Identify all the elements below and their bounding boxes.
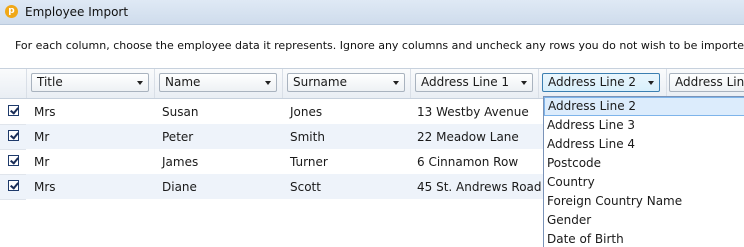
column-1-mapping-select[interactable]: Title: [31, 73, 149, 92]
option-foreign-country-name[interactable]: Foreign Country Name: [544, 192, 744, 211]
column-header-4: Address Line 1: [410, 69, 539, 98]
cell-address-line-1: 45 St. Andrews Road: [417, 180, 542, 194]
cell-name: Diane: [162, 180, 197, 194]
chevron-down-icon: [265, 81, 271, 85]
option-date-of-birth[interactable]: Date of Birth: [544, 230, 744, 247]
cell-title: Mrs: [34, 105, 56, 119]
column-3-mapping-select[interactable]: Surname: [287, 73, 405, 92]
table-row: Mrs Diane Scott 45 St. Andrews Road: [0, 174, 543, 199]
column-header-5: Address Line 2: [538, 69, 667, 98]
cell-surname: Scott: [290, 180, 321, 194]
column-header-3: Surname: [282, 69, 411, 98]
cell-title: Mr: [34, 130, 50, 144]
option-address-line-3[interactable]: Address Line 3: [544, 116, 744, 135]
column-1-mapping-value: Title: [37, 75, 63, 89]
column-5-options-list: Address Line 2 Address Line 3 Address Li…: [543, 96, 744, 247]
app-logo-icon: p: [5, 5, 18, 18]
column-header-6: Address Line: [666, 69, 744, 98]
row-include-checkbox[interactable]: [8, 155, 19, 166]
window-titlebar: p Employee Import: [0, 0, 744, 25]
option-address-line-4[interactable]: Address Line 4: [544, 135, 744, 154]
table-row: Mr Peter Smith 22 Meadow Lane: [0, 124, 543, 149]
cell-address-line-1: 22 Meadow Lane: [417, 130, 519, 144]
column-6-mapping-select[interactable]: Address Line: [669, 73, 744, 92]
cell-name: Susan: [162, 105, 199, 119]
column-5-mapping-value: Address Line 2: [548, 75, 637, 89]
cell-address-line-1: 13 Westby Avenue: [417, 105, 529, 119]
column-4-mapping-select[interactable]: Address Line 1: [415, 73, 533, 92]
column-header-2: Name: [154, 69, 283, 98]
instructions-text: For each column, choose the employee dat…: [15, 39, 744, 52]
cell-surname: Turner: [290, 155, 328, 169]
row-include-checkbox[interactable]: [8, 105, 19, 116]
cell-name: Peter: [162, 130, 194, 144]
cell-title: Mrs: [34, 180, 56, 194]
table-row: Mr James Turner 6 Cinnamon Row: [0, 149, 543, 174]
row-divider: [0, 124, 26, 125]
header-checkbox-cell: [0, 69, 27, 98]
cell-address-line-1: 6 Cinnamon Row: [417, 155, 519, 169]
cell-surname: Jones: [290, 105, 323, 119]
row-divider: [0, 149, 26, 150]
chevron-down-icon: [648, 81, 654, 85]
column-header-1: Title: [26, 69, 155, 98]
option-gender[interactable]: Gender: [544, 211, 744, 230]
row-divider: [0, 199, 26, 200]
window-title: Employee Import: [25, 5, 129, 19]
column-2-mapping-select[interactable]: Name: [159, 73, 277, 92]
row-include-checkbox[interactable]: [8, 130, 19, 141]
column-header-row: Title Name Surname Address Line 1 Addres…: [0, 68, 744, 99]
cell-title: Mr: [34, 155, 50, 169]
chevron-down-icon: [393, 81, 399, 85]
row-include-checkbox[interactable]: [8, 180, 19, 191]
table-row: Mrs Susan Jones 13 Westby Avenue: [0, 99, 543, 124]
column-5-mapping-select[interactable]: Address Line 2: [542, 73, 660, 92]
column-3-mapping-value: Surname: [293, 75, 347, 89]
option-postcode[interactable]: Postcode: [544, 154, 744, 173]
row-divider: [0, 174, 26, 175]
column-4-mapping-value: Address Line 1: [421, 75, 510, 89]
chevron-down-icon: [137, 81, 143, 85]
column-6-mapping-value: Address Line: [675, 75, 744, 89]
option-country[interactable]: Country: [544, 173, 744, 192]
cell-surname: Smith: [290, 130, 325, 144]
chevron-down-icon: [521, 81, 527, 85]
column-2-mapping-value: Name: [165, 75, 201, 89]
option-address-line-2[interactable]: Address Line 2: [544, 97, 744, 116]
cell-name: James: [162, 155, 199, 169]
